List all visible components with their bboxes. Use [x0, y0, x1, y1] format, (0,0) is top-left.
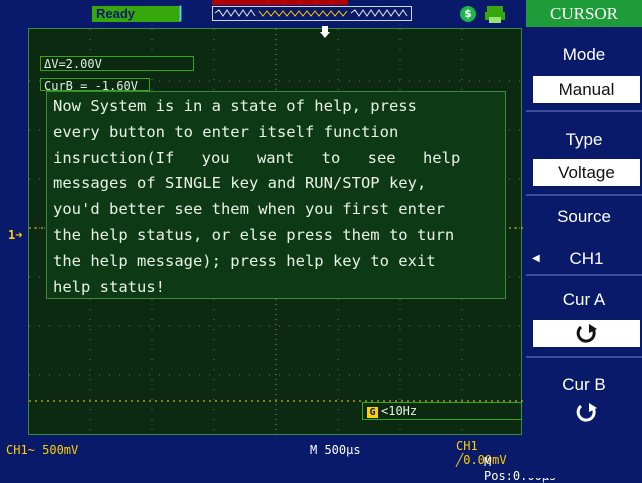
printer-icon [485, 6, 505, 23]
memory-window-bar [212, 0, 348, 5]
waveform-overview-icon [214, 9, 408, 17]
bottom-status-bar: CH1~ 500mV M 500μs CH1 ╱0.00mV M Pos:0.0… [0, 435, 556, 483]
top-status-bar: Ready ▏ $ [0, 0, 526, 27]
cur-b-label: Cur B [562, 375, 606, 394]
cur-a-button[interactable] [533, 320, 640, 347]
ch1-marker-label: 1 [8, 228, 16, 242]
frequency-counter-icon: G [367, 407, 378, 418]
help-line: messages of SINGLE key and RUN/STOP key, [53, 174, 427, 193]
selection-arrow-icon: ◀ [532, 253, 540, 264]
menu-divider [526, 356, 642, 358]
menu-divider [526, 274, 642, 276]
help-line: the help status, or else press them to t… [53, 225, 455, 244]
mode-label: Mode [562, 45, 606, 64]
ch1-ground-marker: 1➜ [8, 228, 23, 242]
mode-button[interactable]: Manual [533, 76, 640, 103]
cur-b-readout: CurB = -1.60V [40, 78, 150, 91]
menu-divider [526, 110, 642, 112]
source-value: CH1 [569, 249, 604, 268]
frequency-value: <10Hz [381, 404, 418, 418]
ch1-scale: CH1~ 500mV [6, 443, 79, 457]
trigger-position-arrow [320, 26, 330, 44]
trigger-frequency-readout: G <10Hz [362, 402, 522, 420]
menu-divider [526, 194, 642, 196]
run-state-label: Ready [96, 6, 136, 21]
help-line: every button to enter itself function [53, 122, 399, 141]
trigger-position-mark: ▏ [180, 6, 190, 21]
source-label: Source [557, 207, 611, 226]
usb-icon: $ [460, 6, 476, 22]
help-line: the help message); press help key to exi… [53, 251, 436, 270]
help-line: you'd better see them when you first ent… [53, 200, 445, 219]
menu-title: CURSOR [526, 0, 642, 27]
type-button[interactable]: Voltage [533, 159, 640, 186]
type-label: Type [565, 130, 603, 149]
delta-v-text: ΔV=2.00V [44, 57, 102, 71]
memory-depth-strip [212, 6, 412, 21]
source-button[interactable]: ◀ CH1 [532, 249, 640, 269]
help-line: insruction(If you want to see help [53, 148, 461, 167]
cur-a-label: Cur A [562, 290, 606, 309]
run-state-indicator: Ready ▏ [92, 6, 190, 22]
help-message-box: Now System is in a state of help, press … [46, 91, 506, 299]
rotate-knob-icon [576, 403, 597, 422]
delta-v-readout: ΔV=2.00V [40, 56, 194, 71]
help-line: help status! [53, 277, 165, 296]
timebase: M 500μs [310, 443, 361, 457]
rotate-knob-icon [576, 324, 597, 343]
cur-b-text: CurB = -1.60V [44, 79, 138, 91]
cur-b-button[interactable] [533, 400, 640, 426]
help-line: Now System is in a state of help, press [53, 97, 417, 115]
